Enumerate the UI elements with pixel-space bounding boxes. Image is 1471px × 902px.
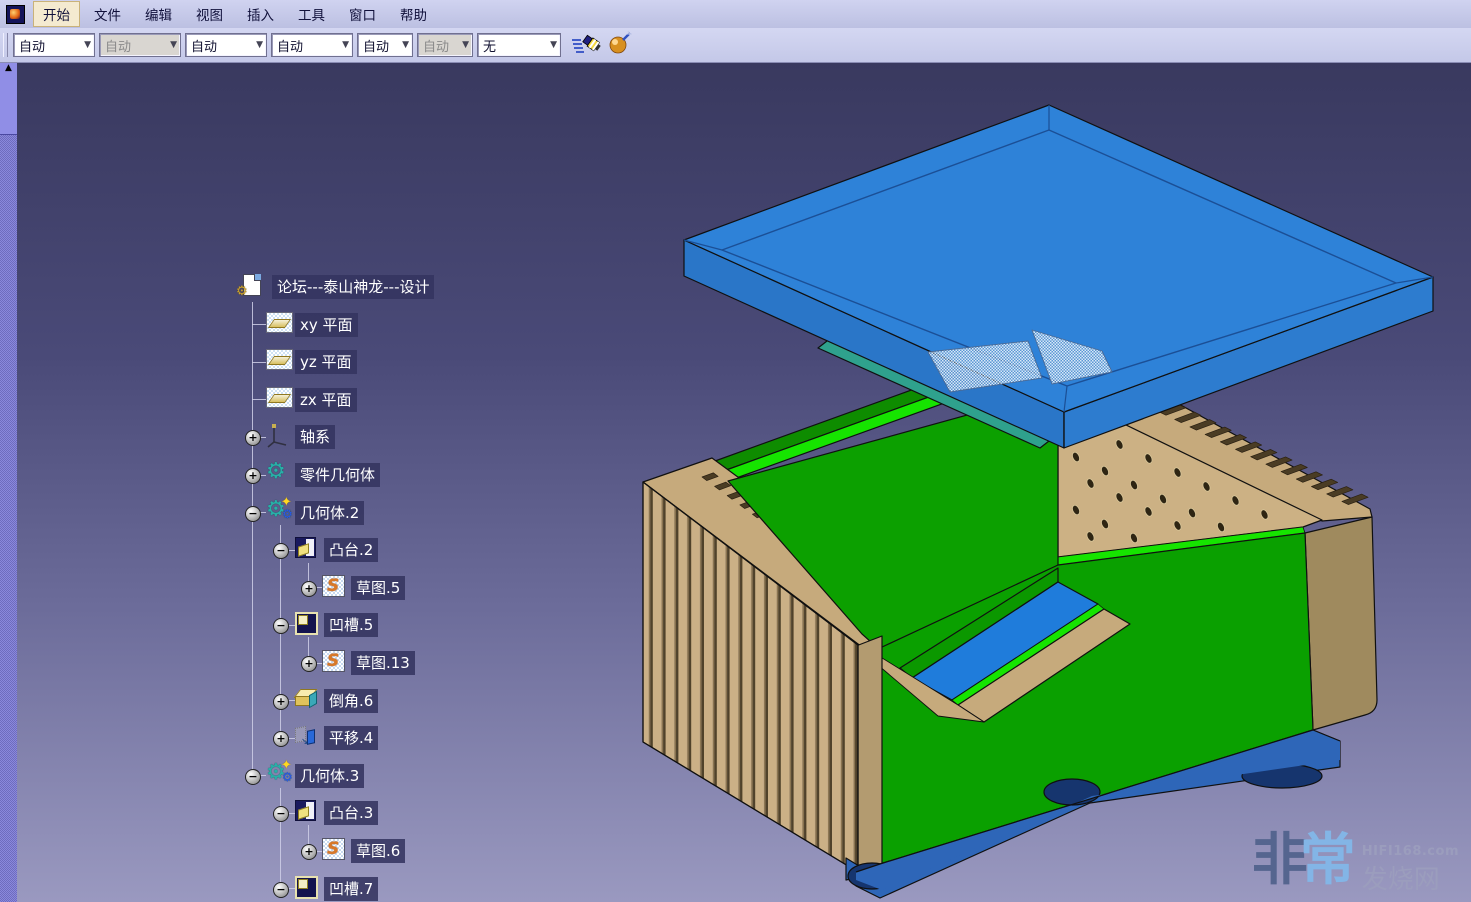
tree-node-13[interactable]: 平移.4: [324, 726, 378, 750]
toolbar-grip[interactable]: [3, 33, 8, 57]
toolbar-dropdown-3[interactable]: 自动▼: [185, 33, 267, 57]
tree-node-9[interactable]: 草图.5: [351, 576, 405, 600]
menu-bar: 开始文件编辑视图插入工具窗口帮助: [0, 0, 1471, 29]
tree-node-8[interactable]: 凸台.2: [324, 538, 378, 562]
doc-icon[interactable]: ⚙: [243, 274, 261, 296]
watermark-logo-right: 常: [1300, 832, 1356, 890]
viewport-3d[interactable]: ▲: [0, 62, 1471, 902]
tree-node-4[interactable]: zx 平面: [295, 388, 357, 412]
tree-expander-collapse[interactable]: −: [273, 806, 289, 822]
watermark: 非 常 HIFI168.com 发烧网: [1252, 832, 1459, 896]
toolbar-dropdown-4[interactable]: 自动▼: [271, 33, 353, 57]
menu-item-5[interactable]: 插入: [237, 1, 284, 27]
tree-expander-expand[interactable]: +: [301, 656, 317, 672]
lid[interactable]: [684, 105, 1433, 448]
front-corner[interactable]: [856, 636, 882, 872]
sketch-icon[interactable]: S: [322, 650, 345, 672]
tree-node-17[interactable]: 凹槽.7: [324, 877, 378, 901]
menu-item-3[interactable]: 编辑: [135, 1, 182, 27]
pocket-icon[interactable]: [295, 612, 318, 635]
tree-expander-expand[interactable]: +: [245, 468, 261, 484]
gear-icon[interactable]: ⚙: [266, 462, 286, 482]
paintbrush-icon[interactable]: [571, 30, 601, 60]
tree-expander-collapse[interactable]: −: [273, 543, 289, 559]
plane-icon[interactable]: [266, 387, 293, 408]
tree-expander-expand[interactable]: +: [273, 694, 289, 710]
tree-node-14[interactable]: 几何体.3: [295, 764, 364, 788]
toolbar-dropdown-1[interactable]: 自动▼: [13, 33, 95, 57]
tree-expander-collapse[interactable]: −: [273, 618, 289, 634]
tree-node-16[interactable]: 草图.6: [351, 839, 405, 863]
tree-node-6[interactable]: 零件几何体: [295, 463, 380, 487]
axis-icon[interactable]: [266, 424, 288, 452]
toolbar: 自动▼自动▼自动▼自动▼自动▼自动▼无▼: [0, 28, 1471, 63]
menu-item-7[interactable]: 窗口: [339, 1, 386, 27]
menu-item-2[interactable]: 文件: [84, 1, 131, 27]
menu-item-6[interactable]: 工具: [288, 1, 335, 27]
tree-node-7[interactable]: 几何体.2: [295, 501, 364, 525]
chamfer-icon[interactable]: [295, 688, 317, 706]
gearplus-icon[interactable]: ⚙✦⚙: [266, 763, 286, 783]
sketch-icon[interactable]: S: [322, 575, 345, 597]
tree-node-15[interactable]: 凸台.3: [324, 801, 378, 825]
tree-node-1[interactable]: 论坛---泰山神龙---设计: [272, 275, 434, 299]
watermark-logo-left: 非: [1252, 832, 1304, 890]
app-logo-icon[interactable]: [6, 5, 25, 24]
translate-icon[interactable]: ↘: [295, 725, 317, 745]
gearplus-icon[interactable]: ⚙✦⚙: [266, 500, 286, 520]
pad-icon[interactable]: [295, 800, 316, 821]
plane-icon[interactable]: [266, 349, 293, 370]
pad-icon[interactable]: [295, 537, 316, 558]
menu-item-8[interactable]: 帮助: [390, 1, 437, 27]
tree-node-2[interactable]: xy 平面: [295, 313, 358, 337]
plane-icon[interactable]: [266, 312, 293, 333]
tree-expander-expand[interactable]: +: [301, 844, 317, 860]
tree-node-3[interactable]: yz 平面: [295, 350, 357, 374]
material-sphere-icon[interactable]: [607, 30, 633, 60]
toolbar-dropdown-5[interactable]: 自动▼: [357, 33, 413, 57]
foot[interactable]: [1044, 779, 1100, 805]
right-side-face[interactable]: [1305, 517, 1377, 730]
tree-node-11[interactable]: 草图.13: [351, 651, 415, 675]
toolbar-dropdown-2[interactable]: 自动▼: [99, 33, 181, 57]
tree-expander-expand[interactable]: +: [245, 430, 261, 446]
tree-expander-expand[interactable]: +: [301, 581, 317, 597]
pocket-icon[interactable]: [295, 876, 318, 899]
toolbar-dropdown-7[interactable]: 无▼: [477, 33, 561, 57]
tree-expander-expand[interactable]: +: [273, 731, 289, 747]
sketch-icon[interactable]: S: [322, 838, 345, 860]
tree-expander-collapse[interactable]: −: [245, 506, 261, 522]
tree-expander-collapse[interactable]: −: [245, 769, 261, 785]
tree-node-12[interactable]: 倒角.6: [324, 689, 378, 713]
watermark-site: HIFI168.com: [1362, 844, 1459, 859]
tree-node-10[interactable]: 凹槽.5: [324, 613, 378, 637]
tree-expander-collapse[interactable]: −: [273, 882, 289, 898]
menu-item-4[interactable]: 视图: [186, 1, 233, 27]
toolbar-dropdown-6[interactable]: 自动▼: [417, 33, 473, 57]
feature-tree[interactable]: ⚙ 论坛---泰山神龙---设计 xy 平面 yz 平面 zx 平面轴系 + ⚙ 零件几何体 +…: [0, 62, 560, 902]
watermark-name: 发烧网: [1362, 859, 1459, 896]
tree-node-5[interactable]: 轴系: [295, 425, 335, 449]
menu-item-1[interactable]: 开始: [33, 1, 80, 27]
